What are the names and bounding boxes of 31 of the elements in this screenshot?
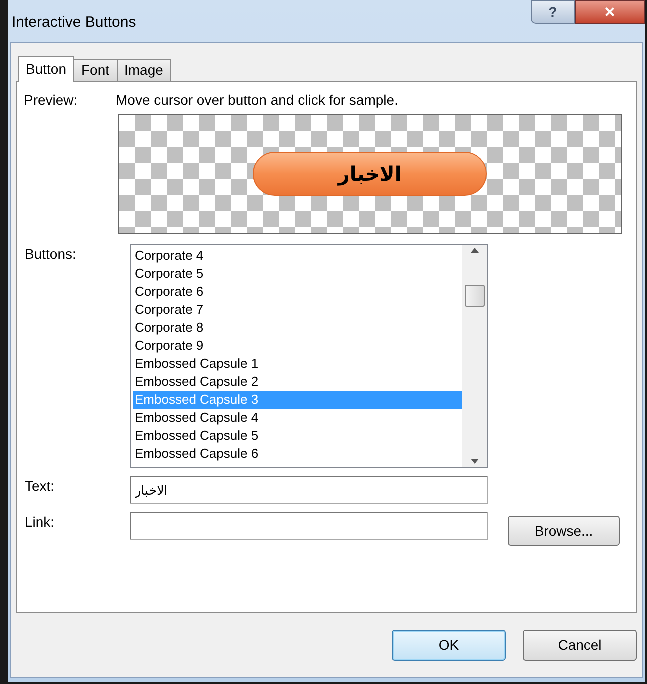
- list-item[interactable]: Embossed Capsule 4: [133, 409, 462, 427]
- browse-button[interactable]: Browse...: [508, 516, 620, 546]
- list-item[interactable]: Corporate 9: [133, 337, 462, 355]
- window-title: Interactive Buttons: [12, 13, 136, 33]
- list-item[interactable]: Corporate 7: [133, 301, 462, 319]
- list-item[interactable]: Corporate 6: [133, 283, 462, 301]
- help-button[interactable]: ?: [531, 0, 575, 24]
- list-item[interactable]: Corporate 4: [133, 247, 462, 265]
- buttons-label: Buttons:: [25, 245, 78, 264]
- list-item[interactable]: Embossed Capsule 1: [133, 355, 462, 373]
- tab[interactable]: Button: [18, 56, 74, 82]
- cancel-button[interactable]: Cancel: [523, 630, 637, 661]
- text-label: Text:: [25, 477, 56, 496]
- down-arrow-icon[interactable]: [470, 459, 478, 464]
- link-input[interactable]: [130, 512, 488, 540]
- list-item[interactable]: Corporate 8: [133, 319, 462, 337]
- scroll-thumb[interactable]: [464, 285, 484, 307]
- list-item[interactable]: Embossed Capsule 5: [133, 427, 462, 445]
- list-item[interactable]: Embossed Capsule 2: [133, 373, 462, 391]
- ok-button[interactable]: OK: [392, 630, 506, 661]
- preview-hint: Move cursor over button and click for sample.: [116, 91, 398, 110]
- preview-label: Preview:: [24, 91, 79, 110]
- up-arrow-icon[interactable]: [470, 248, 478, 253]
- tab[interactable]: Image: [116, 59, 172, 81]
- buttons-listbox[interactable]: Corporate 4 Corporate 5 Corporate 6 Corporate 7 Corporate 8 Corporate 9 Embossed Capsule 1 Embossed Capsule 2 Embossed Capsule 3 Embossed Capsule 4 Embossed Capsule 5 Embossed Capsule 6: [130, 244, 488, 468]
- list-item[interactable]: Embossed Capsule 6: [133, 445, 462, 463]
- list-item[interactable]: Corporate 5: [133, 265, 462, 283]
- sample-button[interactable]: الاخبار: [253, 152, 487, 196]
- tab[interactable]: Font: [73, 59, 118, 81]
- scrollbar[interactable]: [462, 245, 487, 467]
- link-label: Link:: [25, 513, 56, 532]
